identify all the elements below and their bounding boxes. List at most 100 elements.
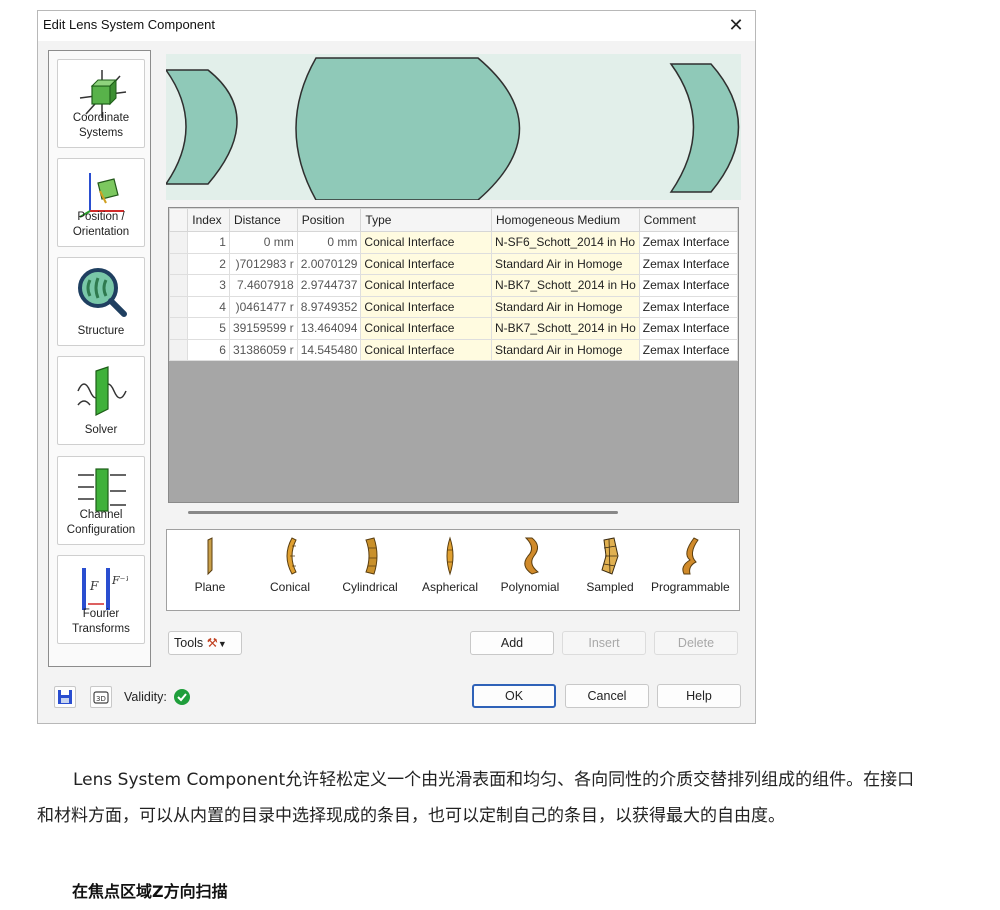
medium-cell[interactable]: N-SF6_Schott_2014 in Ho bbox=[491, 231, 640, 254]
column-header[interactable]: Index bbox=[187, 208, 230, 232]
palette-aspherical[interactable]: Aspherical bbox=[411, 536, 489, 602]
validity-label: Validity: bbox=[124, 690, 167, 704]
table-row[interactable]: 3 7.4607918 2.9744737 Conical Interface … bbox=[169, 274, 738, 297]
palette-label: Polynomial bbox=[500, 580, 560, 594]
nav-label: Fourier Transforms bbox=[72, 608, 130, 635]
distance-cell[interactable]: 0 mm bbox=[228, 231, 298, 254]
palette-sampled[interactable]: Sampled bbox=[571, 536, 649, 602]
insert-button[interactable]: Insert bbox=[562, 631, 646, 655]
table-row[interactable]: 1 0 mm 0 mm Conical Interface N-SF6_Scho… bbox=[169, 231, 738, 254]
table-row[interactable]: 5 39159599 r 13.464094 Conical Interface… bbox=[169, 317, 738, 340]
position-cell: 2.9744737 bbox=[296, 274, 362, 297]
comment-cell[interactable]: Zemax Interface bbox=[638, 317, 738, 340]
comment-cell[interactable]: Zemax Interface bbox=[638, 231, 738, 254]
comment-cell[interactable]: Zemax Interface bbox=[638, 338, 738, 361]
type-cell[interactable]: Conical Interface bbox=[360, 338, 493, 361]
table-row[interactable]: 6 31386059 r 14.545480 Conical Interface… bbox=[169, 338, 738, 361]
programmable-interface-icon bbox=[682, 537, 699, 575]
column-header[interactable]: Type bbox=[360, 208, 493, 232]
3d-view-icon: 3D bbox=[93, 691, 109, 704]
tools-dropdown[interactable]: Tools ⚒▼ bbox=[168, 631, 242, 655]
distance-cell[interactable]: 31386059 r bbox=[228, 338, 298, 361]
nav-structure[interactable]: Structure bbox=[57, 257, 145, 346]
row-selector[interactable] bbox=[169, 295, 189, 318]
type-cell[interactable]: Conical Interface bbox=[360, 252, 493, 275]
interface-table-grid: Index Distance Position Type Homogeneous… bbox=[169, 208, 738, 361]
plane-interface-icon bbox=[207, 537, 213, 576]
svg-text:F: F bbox=[89, 579, 99, 593]
type-cell[interactable]: Conical Interface bbox=[360, 274, 493, 297]
row-selector[interactable] bbox=[169, 231, 189, 254]
comment-cell[interactable]: Zemax Interface bbox=[638, 295, 738, 318]
distance-cell[interactable]: )0461477 r bbox=[228, 295, 298, 318]
position-cell: 0 mm bbox=[296, 231, 362, 254]
row-selector[interactable] bbox=[169, 274, 189, 297]
section-heading: 在焦点区域Z方向扫描 bbox=[72, 882, 228, 901]
palette-polynomial[interactable]: Polynomial bbox=[491, 536, 569, 602]
medium-cell[interactable]: N-BK7_Schott_2014 in Ho bbox=[491, 274, 640, 297]
index-cell: 4 bbox=[187, 295, 230, 318]
nav-label: Channel Configuration bbox=[66, 509, 136, 536]
table-row[interactable]: 2 )7012983 r 2.0070129 Conical Interface… bbox=[169, 252, 738, 275]
palette-label: Sampled bbox=[586, 580, 634, 594]
palette-label: Aspherical bbox=[421, 580, 479, 594]
nav-solver[interactable]: Solver bbox=[57, 356, 145, 445]
svg-text:3D: 3D bbox=[96, 695, 106, 703]
ok-button[interactable]: OK bbox=[472, 684, 556, 708]
column-header[interactable]: Homogeneous Medium bbox=[491, 208, 640, 232]
cancel-button[interactable]: Cancel bbox=[565, 684, 649, 708]
position-cell: 13.464094 bbox=[296, 317, 362, 340]
table-header-row: Index Distance Position Type Homogeneous… bbox=[169, 208, 738, 232]
column-header[interactable]: Position bbox=[296, 208, 362, 232]
row-selector[interactable] bbox=[169, 338, 189, 361]
palette-conical[interactable]: Conical bbox=[251, 536, 329, 602]
medium-cell[interactable]: Standard Air in Homoge bbox=[491, 338, 640, 361]
svg-text:F⁻¹: F⁻¹ bbox=[111, 574, 128, 587]
close-button[interactable]: ✕ bbox=[723, 13, 749, 39]
palette-plane[interactable]: Plane bbox=[171, 536, 249, 602]
type-cell[interactable]: Conical Interface bbox=[360, 317, 493, 340]
row-selector[interactable] bbox=[169, 317, 189, 340]
distance-cell[interactable]: )7012983 r bbox=[228, 252, 298, 275]
type-cell[interactable]: Conical Interface bbox=[360, 231, 493, 254]
interface-table: Index Distance Position Type Homogeneous… bbox=[168, 207, 739, 503]
nav-label: Position / Orientation bbox=[72, 211, 130, 238]
index-cell: 3 bbox=[187, 274, 230, 297]
lens-preview bbox=[166, 54, 741, 200]
tools-label: Tools bbox=[174, 636, 204, 650]
nav-position-orientation[interactable]: Position / Orientation bbox=[57, 158, 145, 247]
palette-label: Conical bbox=[269, 580, 311, 594]
interface-palette: Plane Conical Cylindrical Aspherical Pol… bbox=[166, 529, 740, 611]
palette-cylindrical[interactable]: Cylindrical bbox=[331, 536, 409, 602]
position-cell: 14.545480 bbox=[296, 338, 362, 361]
delete-button[interactable]: Delete bbox=[654, 631, 738, 655]
palette-label: Programmable bbox=[651, 580, 730, 594]
nav-coordinate-systems[interactable]: Coordinate Systems bbox=[57, 59, 145, 148]
comment-cell[interactable]: Zemax Interface bbox=[638, 274, 738, 297]
nav-fourier-transforms[interactable]: F F⁻¹ Fourier Transforms bbox=[57, 555, 145, 644]
add-button[interactable]: Add bbox=[470, 631, 554, 655]
distance-cell[interactable]: 7.4607918 bbox=[228, 274, 298, 297]
cylindrical-interface-icon bbox=[365, 537, 378, 575]
column-header[interactable]: Comment bbox=[638, 208, 738, 232]
comment-cell[interactable]: Zemax Interface bbox=[638, 252, 738, 275]
nav-label: Coordinate Systems bbox=[72, 112, 130, 139]
distance-cell[interactable]: 39159599 r bbox=[228, 317, 298, 340]
index-cell: 2 bbox=[187, 252, 230, 275]
sampled-interface-icon bbox=[601, 537, 619, 575]
save-button[interactable] bbox=[54, 686, 76, 708]
help-button[interactable]: Help bbox=[657, 684, 741, 708]
row-selector[interactable] bbox=[169, 252, 189, 275]
3d-view-button[interactable]: 3D bbox=[90, 686, 112, 708]
medium-cell[interactable]: Standard Air in Homoge bbox=[491, 252, 640, 275]
palette-programmable[interactable]: Programmable bbox=[651, 536, 730, 602]
column-header[interactable]: Distance bbox=[228, 208, 298, 232]
type-cell[interactable]: Conical Interface bbox=[360, 295, 493, 318]
horizontal-scrollbar[interactable] bbox=[188, 511, 618, 514]
position-cell: 8.9749352 bbox=[296, 295, 362, 318]
table-row[interactable]: 4 )0461477 r 8.9749352 Conical Interface… bbox=[169, 295, 738, 318]
nav-channel-configuration[interactable]: Channel Configuration bbox=[57, 456, 145, 545]
medium-cell[interactable]: Standard Air in Homoge bbox=[491, 295, 640, 318]
nav-label: Structure bbox=[77, 325, 125, 337]
medium-cell[interactable]: N-BK7_Schott_2014 in Ho bbox=[491, 317, 640, 340]
